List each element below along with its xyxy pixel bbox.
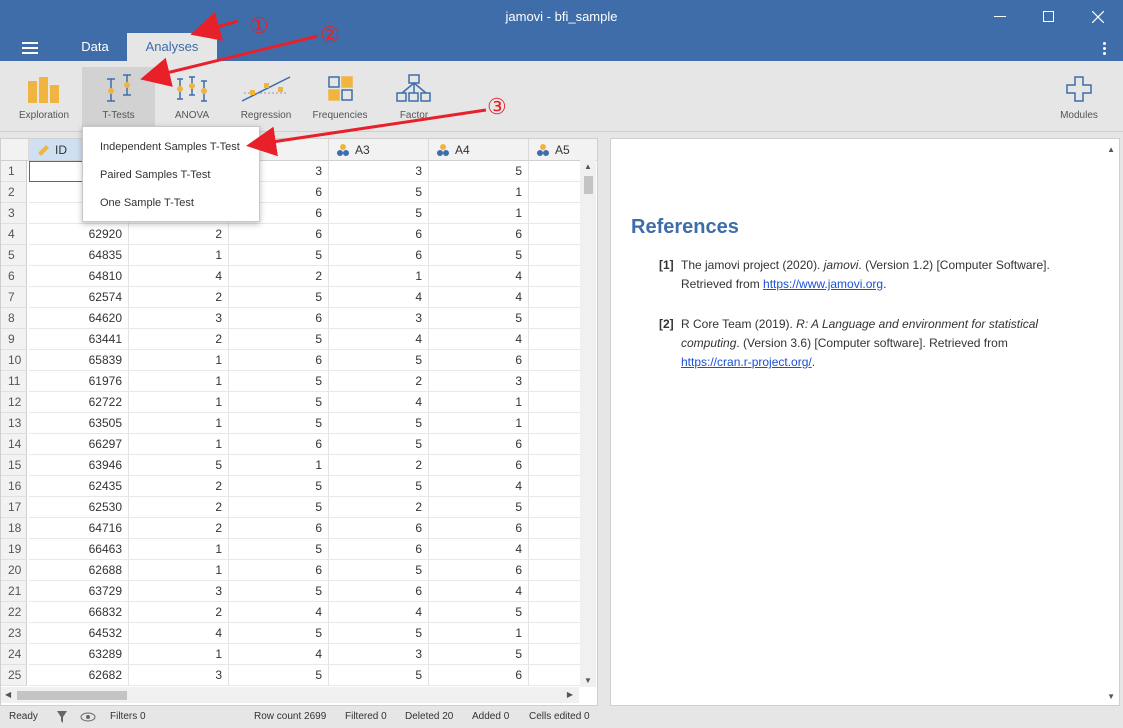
annotation-arrow: [190, 11, 239, 41]
annotation-label: ①: [249, 13, 269, 38]
annotation-overlay: [140, 11, 487, 157]
annotation-arrow: [246, 108, 487, 157]
annotation-arrow: [140, 34, 319, 87]
annotation-label: ②: [320, 22, 340, 47]
annotation-label: ③: [487, 94, 507, 119]
